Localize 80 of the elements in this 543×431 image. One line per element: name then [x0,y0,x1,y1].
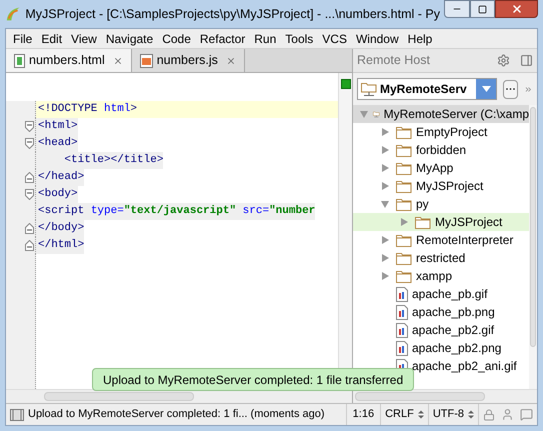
maximize-button[interactable] [470,0,495,18]
tree-item[interactable]: restricted [353,249,529,267]
tree-item[interactable]: RemoteInterpreter [353,231,529,249]
menu-item[interactable]: View [71,30,97,48]
code-line: <!DOCTYPE html> [37,102,138,118]
horizontal-scrollbar[interactable] [355,392,485,401]
updown-icon [468,410,474,419]
folder-icon [396,270,412,282]
html-file-icon [14,54,25,68]
folder-icon [415,216,431,228]
folder-icon [396,198,412,210]
settings-icon[interactable] [497,54,510,67]
menu-item[interactable]: Edit [41,30,62,48]
menu-item[interactable]: Code [162,30,191,48]
horizontal-scrollbar[interactable] [44,392,194,401]
fold-icon[interactable] [25,138,34,149]
tree-item[interactable]: xampp [353,267,529,285]
fold-icon[interactable] [25,240,34,251]
server-dropdown[interactable]: MyRemoteServ [357,78,497,100]
caret-position[interactable]: 1:16 [346,404,380,425]
menu-item[interactable]: Refactor [200,30,246,48]
status-message: Upload to MyRemoteServer completed: 1 fi... (moments ago) [28,407,325,422]
tree-item[interactable]: apache_pb.png [353,303,529,321]
vertical-scrollbar[interactable] [530,107,536,347]
menu-item[interactable]: Run [254,30,276,48]
folder-icon [396,144,412,156]
line-separator-value[interactable]: CRLF [385,406,414,423]
close-tab-icon[interactable] [112,56,123,66]
image-file-icon [396,286,408,302]
folder-icon [396,180,412,192]
speech-bubble-icon[interactable] [520,408,533,421]
fold-icon[interactable] [25,223,34,234]
app-logo-icon [5,5,22,23]
fold-icon[interactable] [25,172,34,183]
image-file-icon [396,340,408,356]
tree-item[interactable]: apache_pb2.gif [353,321,529,339]
tree-item[interactable]: MyJSProject [353,213,529,231]
person-icon[interactable] [501,408,514,421]
tree-item[interactable]: py [353,195,529,213]
status-square-icon [340,79,350,89]
folder-icon [396,126,412,138]
tree-item[interactable]: MyRemoteServer (C:\xamp [353,105,529,123]
js-file-icon [140,54,153,68]
folder-icon [396,162,412,174]
tree-item[interactable]: EmptyProject [353,123,529,141]
tool-window-icon[interactable] [10,408,24,420]
tree-item[interactable]: forbidden [353,141,529,159]
tree-item[interactable]: apache_pb.gif [353,285,529,303]
hide-panel-icon[interactable] [520,54,533,67]
encoding-value[interactable]: UTF-8 [432,406,464,423]
fold-icon[interactable] [25,189,34,200]
updown-icon [418,410,424,419]
dropdown-arrow-icon [482,86,490,92]
close-icon [510,3,522,15]
menu-item[interactable]: Help [408,30,432,48]
tree-item[interactable]: apache_pb2.png [353,339,529,357]
tree-item[interactable]: MyApp [353,159,529,177]
menu-item[interactable]: Tools [285,30,314,48]
collapse-arrow-icon[interactable] [359,109,369,119]
menu-item[interactable]: Window [356,30,399,48]
editor-tab[interactable]: numbers.js [132,49,245,72]
maximize-icon [478,4,487,14]
tree-item[interactable]: MyJSProject [353,177,529,195]
fold-icon[interactable] [25,121,34,132]
folder-icon [396,234,412,246]
close-button[interactable] [495,0,538,18]
panel-title: Remote Host [357,52,431,70]
browse-button[interactable] [503,80,518,98]
folder-icon [396,252,412,264]
server-folder-icon [361,82,377,96]
menu-item[interactable]: VCS [322,30,347,48]
image-file-icon [396,322,408,338]
lock-icon[interactable] [483,408,495,420]
menu-item[interactable]: Navigate [106,30,154,48]
menu-item[interactable]: File [13,30,32,48]
window-title: MyJSProject - [C:\SamplesProjects\py\MyJSProject] - ...\numbers.html - Py [25,6,440,23]
image-file-icon [396,304,408,320]
collapse-arrow-icon[interactable] [380,199,390,209]
editor-tab[interactable]: numbers.html [6,49,132,72]
close-tab-icon[interactable] [226,56,236,66]
